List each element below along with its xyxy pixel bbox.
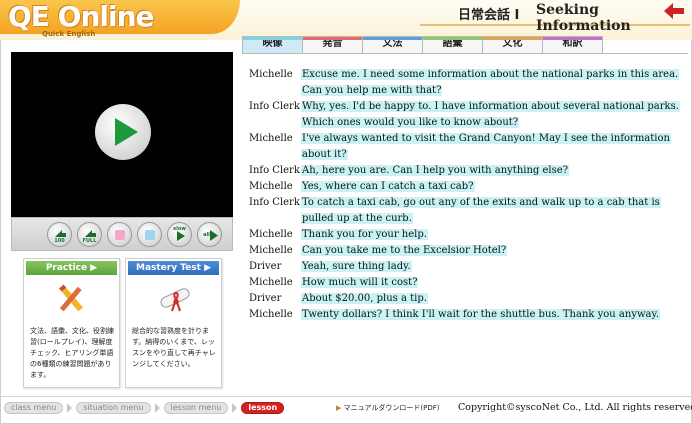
dialogue-line[interactable]: Michelle Can you take me to the Excelsior… <box>249 243 681 259</box>
speaker: Michelle <box>249 69 293 80</box>
speaker: Michelle <box>249 181 293 192</box>
play-icon <box>115 118 138 146</box>
back-arrow-icon[interactable] <box>664 3 684 19</box>
speaker: Michelle <box>249 245 293 256</box>
dialogue-line[interactable]: Michelle How much will it cost? <box>249 275 681 291</box>
speaker: Michelle <box>249 133 293 144</box>
tab-culture[interactable]: 文化 <box>482 36 543 54</box>
dialogue-line[interactable]: Michelle Yes, where can I catch a taxi ca… <box>249 179 681 195</box>
pink-square-button[interactable] <box>107 222 132 247</box>
replay-100-label: 100 <box>54 238 65 244</box>
pencil-icon <box>59 284 83 312</box>
crumb-arrow-icon <box>67 403 73 413</box>
slow-play-label: slow <box>173 226 186 232</box>
utterance: Thank you for your help. <box>301 229 428 240</box>
blue-square-button[interactable] <box>137 222 162 247</box>
tab-vocabulary[interactable]: 語彙 <box>422 36 483 54</box>
video-player[interactable] <box>11 52 233 217</box>
utterance: I've always wanted to visit the Grand Ca… <box>301 133 671 160</box>
crumb-lesson-menu[interactable]: lesson menu <box>163 402 229 414</box>
mastery-test-label: Mastery Test <box>135 263 201 273</box>
play-all-label: all <box>203 232 210 238</box>
fullscreen-icon <box>85 230 96 237</box>
utterance: To catch a taxi cab, go out any of the e… <box>301 197 661 224</box>
utterance: Yes, where can I catch a taxi cab? <box>301 181 475 192</box>
diploma-icon <box>160 288 190 312</box>
speaker: Michelle <box>249 309 293 320</box>
practice-button[interactable]: Practice ▶ <box>26 261 117 275</box>
dialogue-line[interactable]: Info Clerk Why, yes. I'd be happy to. I h… <box>249 99 681 131</box>
tab-divider <box>242 53 688 54</box>
play-all-button[interactable]: all <box>197 222 222 247</box>
speaker: Michelle <box>249 277 293 288</box>
speaker: Michelle <box>249 229 293 240</box>
practice-label: Practice <box>45 263 88 273</box>
header: QE Online Quick English 日常会話 I Seeking I… <box>0 0 692 40</box>
mastery-test-button[interactable]: Mastery Test ▶ <box>128 261 219 275</box>
practice-panel: Practice ▶ 文法、語彙、文化、役割練習(ロールプレイ)、理解度チェック… <box>23 258 120 388</box>
fullscreen-button[interactable]: FULL <box>77 222 102 247</box>
breadcrumb: class menu situation menu lesson menu le… <box>4 402 285 414</box>
utterance: Twenty dollars? I think I'll wait for th… <box>301 309 660 320</box>
dialogue-line[interactable]: Info Clerk Ah, here you are. Can I help y… <box>249 163 681 179</box>
manual-download-link[interactable]: マニュアルダウンロード(PDF) <box>336 403 440 413</box>
speaker: Driver <box>249 261 282 272</box>
speaker: Driver <box>249 293 282 304</box>
crumb-arrow-icon <box>232 403 238 413</box>
video-controls: 100 FULL slow all <box>11 217 233 251</box>
tab-video[interactable]: 映像 <box>242 36 303 54</box>
utterance: Can you take me to the Excelsior Hotel? <box>301 245 508 256</box>
copyright-notice: Copyright©syscoNet Co., Ltd. All rights … <box>458 402 692 413</box>
speaker: Info Clerk <box>249 197 300 208</box>
dialogue-line[interactable]: Driver About $20.00, plus a tip. <box>249 291 681 307</box>
rewind-icon <box>55 230 66 237</box>
tab-translation[interactable]: 和訳 <box>542 36 603 54</box>
play-button[interactable] <box>95 104 151 160</box>
slow-play-button[interactable]: slow <box>167 222 192 247</box>
lesson-category: 日常会話 I <box>458 8 520 23</box>
pink-square-icon <box>115 230 125 240</box>
replay-100-button[interactable]: 100 <box>47 222 72 247</box>
dialogue-line[interactable]: Michelle Thank you for your help. <box>249 227 681 243</box>
dialogue-transcript: Michelle Excuse me. I need some informati… <box>249 67 681 323</box>
utterance: Ah, here you are. Can I help you with an… <box>301 165 570 176</box>
mastery-panel: Mastery Test ▶ 総合的な習熟度を計ります。納得のいくまで、レッスン… <box>125 258 222 388</box>
dialogue-line[interactable]: Michelle I've always wanted to visit the … <box>249 131 681 163</box>
fullscreen-label: FULL <box>82 238 97 244</box>
tab-grammar[interactable]: 文法 <box>362 36 423 54</box>
crumb-situation-menu[interactable]: situation menu <box>76 402 151 414</box>
utterance: About $20.00, plus a tip. <box>301 293 428 304</box>
speaker: Info Clerk <box>249 165 300 176</box>
tab-pronunciation[interactable]: 発音 <box>302 36 363 54</box>
footer-divider <box>0 396 692 397</box>
crumb-arrow-icon <box>154 403 160 413</box>
crumb-class-menu[interactable]: class menu <box>4 402 64 414</box>
utterance: Excuse me. I need some information about… <box>301 69 680 96</box>
dialogue-line[interactable]: Michelle Excuse me. I need some informati… <box>249 67 681 99</box>
utterance: Why, yes. I'd be happy to. I have inform… <box>301 101 680 128</box>
blue-square-icon <box>145 230 155 240</box>
speaker: Info Clerk <box>249 101 300 112</box>
dialogue-line[interactable]: Michelle Twenty dollars? I think I'll wai… <box>249 307 681 323</box>
app-logo[interactable]: QE Online <box>8 0 155 33</box>
dialogue-line[interactable]: Driver Yeah, sure thing lady. <box>249 259 681 275</box>
tab-bar: 映像 発音 文法 語彙 文化 和訳 <box>242 36 603 54</box>
crumb-lesson[interactable]: lesson <box>241 402 285 414</box>
practice-description: 文法、語彙、文化、役割練習(ロールプレイ)、理解度チェック、ヒアリング単語の6種… <box>30 327 114 379</box>
dialogue-line[interactable]: Info Clerk To catch a taxi cab, go out an… <box>249 195 681 227</box>
utterance: Yeah, sure thing lady. <box>301 261 412 272</box>
mastery-description: 総合的な習熟度を計ります。納得のいくまで、レッスンをやり直して再チャレンジしてく… <box>132 327 216 368</box>
app-logo-subtitle: Quick English <box>42 30 96 38</box>
utterance: How much will it cost? <box>301 277 419 288</box>
